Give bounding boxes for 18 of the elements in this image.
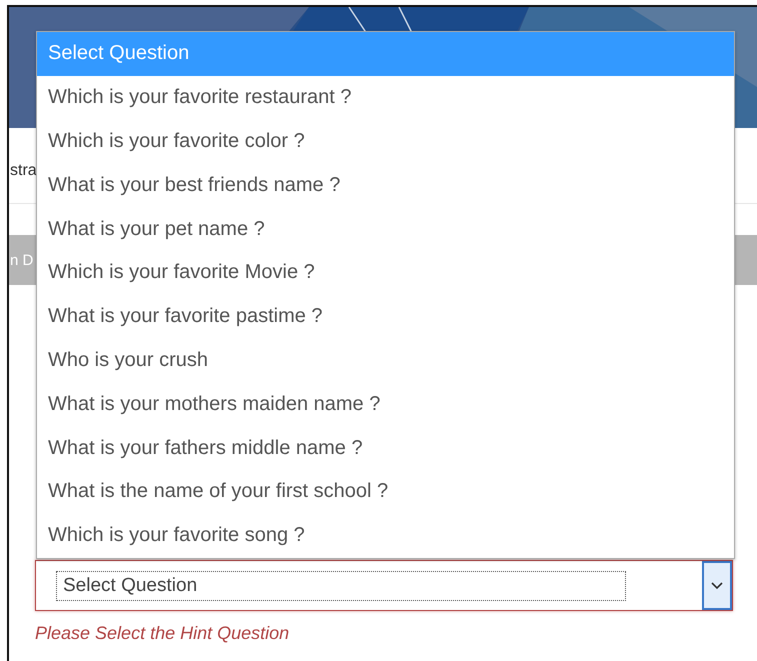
- dropdown-option[interactable]: Who is your crush: [37, 338, 734, 382]
- dropdown-option[interactable]: What is your mothers maiden name ?: [37, 382, 734, 426]
- dropdown-option[interactable]: What is the name of your first school ?: [37, 470, 734, 514]
- chevron-down-icon: [711, 582, 723, 590]
- dropdown-option[interactable]: What is your favorite pastime ?: [37, 294, 734, 339]
- dropdown-option[interactable]: Which is your favorite song ?: [37, 514, 734, 558]
- tab-label: n D: [10, 252, 34, 268]
- page-heading: stra: [10, 162, 37, 180]
- select-value: Select Question: [56, 570, 626, 600]
- dropdown-button[interactable]: [702, 561, 732, 610]
- dropdown-option[interactable]: Which is your favorite restaurant ?: [37, 76, 734, 120]
- dropdown-option[interactable]: What is your best friends name ?: [37, 163, 734, 208]
- dropdown-option[interactable]: What is your fathers middle name ?: [37, 426, 734, 470]
- dropdown-option[interactable]: What is your pet name ?: [37, 207, 734, 251]
- dropdown-option[interactable]: Which is your favorite Movie ?: [37, 250, 734, 295]
- dropdown-option[interactable]: Which is your favorite color ?: [37, 120, 734, 164]
- question-select[interactable]: Select Question: [35, 560, 733, 611]
- error-message: Please Select the Hint Question: [35, 623, 290, 644]
